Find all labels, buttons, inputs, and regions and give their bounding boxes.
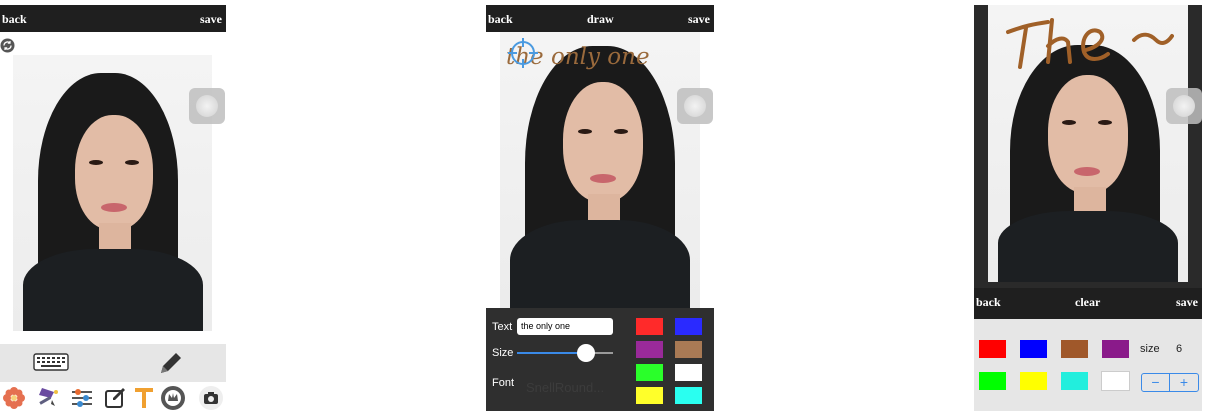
save-button[interactable]: save: [200, 12, 222, 27]
color-swatch[interactable]: [1102, 340, 1129, 358]
color-swatch[interactable]: [1020, 372, 1047, 390]
text-label: Text: [492, 321, 513, 333]
floating-action-button[interactable]: [677, 88, 713, 124]
size-value: 6: [1176, 343, 1183, 355]
edit-icon[interactable]: [104, 386, 128, 415]
save-button[interactable]: save: [1176, 295, 1198, 310]
portrait-photo: [13, 55, 212, 331]
color-swatch[interactable]: [1061, 340, 1088, 358]
keyboard-icon[interactable]: [33, 353, 69, 376]
save-button[interactable]: save: [688, 12, 710, 27]
portrait-photo: [500, 32, 700, 308]
color-swatch[interactable]: [636, 341, 663, 358]
increase-size-button[interactable]: +: [1170, 374, 1198, 391]
back-button[interactable]: back: [2, 12, 27, 27]
crosshair-icon[interactable]: [508, 38, 538, 73]
top-bar: back save: [0, 5, 226, 32]
action-bar: back clear save: [974, 288, 1202, 319]
color-swatch[interactable]: [979, 340, 1006, 358]
color-swatch[interactable]: [636, 364, 663, 381]
slider-fill: [517, 352, 587, 354]
color-swatch[interactable]: [675, 341, 702, 358]
color-swatch[interactable]: [1020, 340, 1047, 358]
bottom-toolbar: [0, 344, 226, 382]
screen-2: back draw save the only one Text the onl…: [486, 0, 714, 420]
top-bar: back draw save: [486, 5, 714, 32]
refresh-icon[interactable]: [0, 38, 15, 53]
color-swatch[interactable]: [636, 387, 663, 404]
text-t-icon[interactable]: [134, 386, 154, 415]
tool-strip: [0, 383, 226, 413]
sliders-icon[interactable]: [70, 386, 94, 415]
brush-panel: size 6 − +: [974, 319, 1202, 411]
size-slider[interactable]: [517, 344, 613, 362]
camera-icon[interactable]: [198, 385, 224, 416]
color-swatch[interactable]: [675, 318, 702, 335]
color-swatch[interactable]: [979, 372, 1006, 390]
color-swatch[interactable]: [1061, 372, 1088, 390]
draw-title: draw: [587, 12, 614, 26]
font-label: Font: [492, 377, 515, 389]
font-selector[interactable]: SnellRound...: [526, 380, 604, 395]
draw-panel: Text the only one Size Font SnellRound..…: [486, 308, 714, 411]
floating-action-button[interactable]: [1166, 88, 1202, 124]
color-swatch[interactable]: [675, 387, 702, 404]
magic-wand-icon[interactable]: [36, 386, 60, 415]
back-button[interactable]: back: [488, 12, 513, 27]
slider-thumb[interactable]: [577, 344, 596, 362]
freehand-stroke: [1004, 12, 1174, 79]
crown-badge-icon[interactable]: [160, 385, 186, 416]
floating-action-button[interactable]: [189, 88, 225, 124]
size-label: Size: [492, 347, 514, 359]
text-input[interactable]: the only one: [517, 318, 613, 335]
decrease-size-button[interactable]: −: [1142, 374, 1170, 391]
color-swatch[interactable]: [636, 318, 663, 335]
color-swatch[interactable]: [675, 364, 702, 381]
clear-button[interactable]: clear: [1075, 295, 1100, 310]
color-swatch[interactable]: [1101, 371, 1130, 391]
flower-icon[interactable]: [2, 386, 26, 415]
screen-1: back save: [0, 0, 226, 420]
size-label: size: [1140, 343, 1160, 355]
screen-3: back clear save size 6 − +: [974, 0, 1202, 420]
pencil-icon[interactable]: [158, 350, 184, 381]
size-stepper: − +: [1141, 373, 1199, 392]
back-button[interactable]: back: [976, 295, 1001, 310]
